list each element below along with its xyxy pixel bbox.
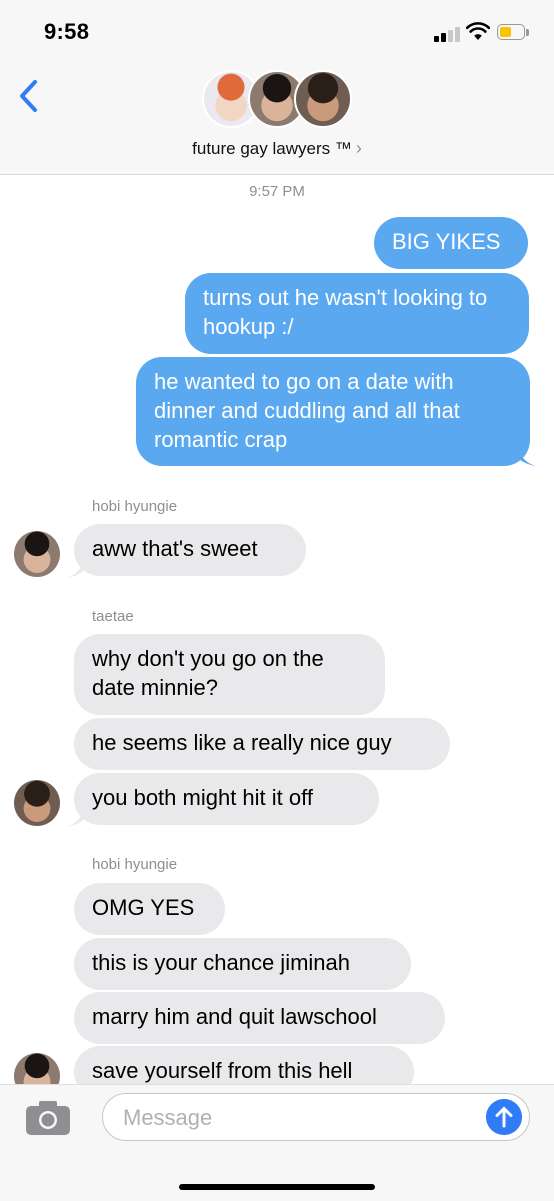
- sender-name: taetae: [92, 608, 134, 625]
- status-bar: 9:58: [0, 0, 554, 62]
- incoming-message[interactable]: why don't you go on the date minnie?: [74, 634, 385, 715]
- bubble-tail: [66, 560, 84, 578]
- cellular-signal-icon: [434, 26, 462, 42]
- conversation-header: future gay lawyers ™ ›: [0, 62, 554, 175]
- message-placeholder: Message: [123, 1105, 213, 1130]
- avatar[interactable]: [14, 531, 60, 577]
- chevron-right-icon: ›: [355, 138, 362, 158]
- outgoing-message[interactable]: he wanted to go on a date with dinner an…: [136, 357, 530, 466]
- outgoing-message[interactable]: BIG YIKES: [374, 217, 528, 269]
- battery-icon: [497, 24, 531, 42]
- bubble-tail: [518, 448, 536, 466]
- home-indicator[interactable]: [179, 1184, 375, 1190]
- bubble-tail: [66, 809, 84, 827]
- wifi-icon: [466, 22, 490, 40]
- group-name-button[interactable]: future gay lawyers ™ ›: [0, 138, 554, 159]
- outgoing-message[interactable]: turns out he wasn't looking to hookup :/: [185, 273, 529, 354]
- message-timestamp: 9:57 PM: [249, 183, 305, 200]
- incoming-message[interactable]: you both might hit it off: [74, 773, 379, 825]
- incoming-message[interactable]: OMG YES: [74, 883, 225, 935]
- incoming-message[interactable]: marry him and quit lawschool: [74, 992, 445, 1044]
- incoming-message[interactable]: aww that's sweet: [74, 524, 306, 576]
- avatar[interactable]: [14, 780, 60, 826]
- group-avatars[interactable]: [202, 70, 352, 132]
- sender-name: hobi hyungie: [92, 856, 178, 873]
- incoming-message[interactable]: this is your chance jiminah: [74, 938, 411, 990]
- send-button[interactable]: [486, 1099, 522, 1135]
- message-input[interactable]: Message: [102, 1093, 530, 1141]
- sender-name: hobi hyungie: [92, 498, 178, 515]
- camera-icon[interactable]: [24, 1099, 72, 1137]
- back-chevron-icon[interactable]: [14, 76, 44, 116]
- incoming-message[interactable]: he seems like a really nice guy: [74, 718, 450, 770]
- status-time: 9:58: [44, 19, 90, 44]
- avatar: [294, 70, 352, 128]
- group-name: future gay lawyers ™: [192, 139, 352, 158]
